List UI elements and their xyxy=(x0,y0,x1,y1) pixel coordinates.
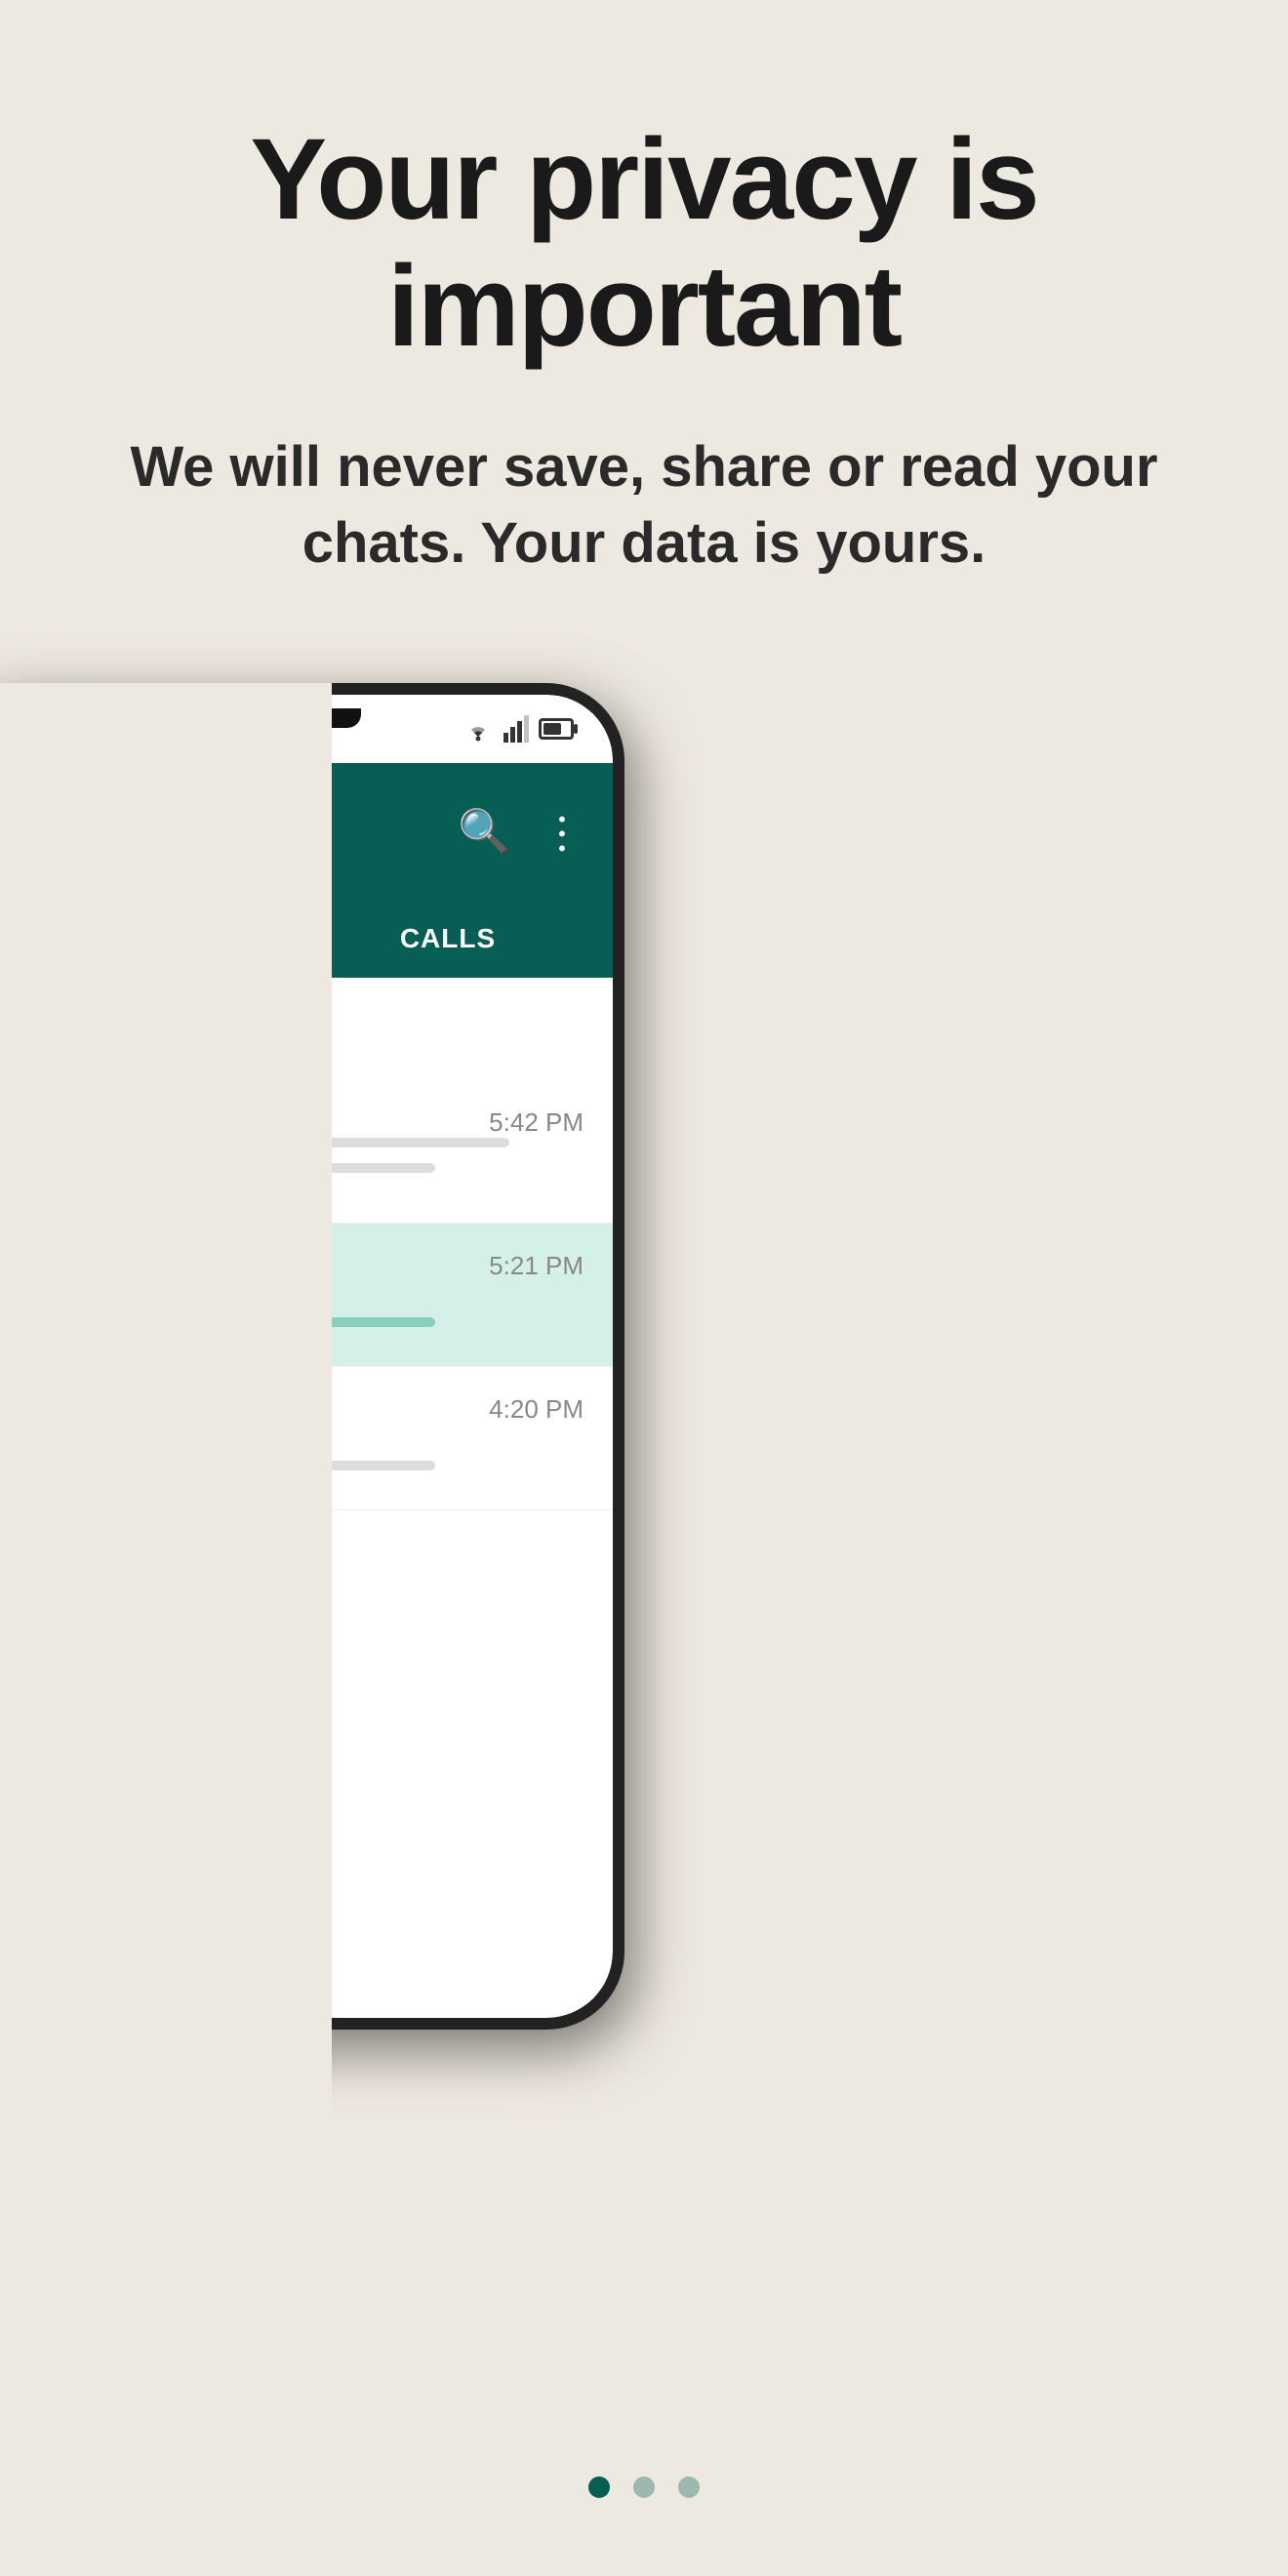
phone-device: at Analyzer 🔍 ︙ STATUS CALLS o use it xyxy=(0,683,703,2439)
more-options-icon[interactable]: ︙ xyxy=(541,800,584,863)
page-wrapper: Your privacy is important We will never … xyxy=(0,0,1288,2576)
chat-time: 4:20 PM xyxy=(489,1394,584,1425)
status-icons xyxy=(461,715,574,743)
hero-section: Your privacy is important We will never … xyxy=(0,0,1288,660)
dot-3[interactable] xyxy=(678,2476,700,2498)
dot-2[interactable] xyxy=(633,2476,655,2498)
chat-time: 5:42 PM xyxy=(489,1107,584,1138)
page-dots xyxy=(0,2476,1288,2498)
battery-icon xyxy=(539,718,574,740)
header-icons: 🔍 ︙ xyxy=(458,800,584,863)
power-button xyxy=(617,929,624,1007)
search-icon[interactable]: 🔍 xyxy=(458,806,511,857)
chat-time: 5:21 PM xyxy=(489,1251,584,1281)
dot-1[interactable] xyxy=(588,2476,610,2498)
tab-calls[interactable]: CALLS xyxy=(283,900,613,981)
hero-subtitle: We will never save, share or read your c… xyxy=(78,429,1210,583)
hero-title: Your privacy is important xyxy=(78,117,1210,371)
phone-cutoff-overlay xyxy=(0,683,332,2439)
wifi-icon xyxy=(461,715,496,743)
signal-icon xyxy=(503,715,531,743)
